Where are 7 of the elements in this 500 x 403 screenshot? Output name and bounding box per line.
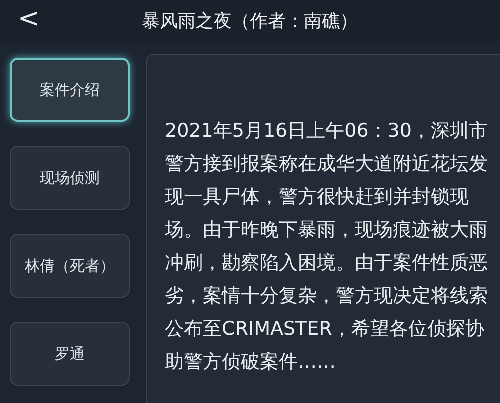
sidebar-tab[interactable]: 现场侦测 — [10, 146, 130, 210]
sidebar-tab[interactable]: 案件介绍 — [10, 58, 130, 122]
back-button[interactable]: < — [12, 4, 46, 34]
sidebar-tab[interactable]: 林倩（死者） — [10, 234, 130, 298]
page-title: 暴风雨之夜（作者：南礁） — [142, 10, 358, 33]
case-description: 2021年5月16日上午06：30，深圳市警方接到报案称在成华大道附近花坛发现一具尸体，警方很快赶到并封锁现场。由于昨晚下暴雨，现场痕迹被大雨冲刷，勘察陷入困境。由于案件性质恶劣，案情十分复杂，警方现决定将线索公布至CRIMASTER，希望各位侦探协助警方侦破案件…… — [165, 119, 488, 375]
sidebar-tab[interactable]: 罗通 — [10, 322, 130, 386]
